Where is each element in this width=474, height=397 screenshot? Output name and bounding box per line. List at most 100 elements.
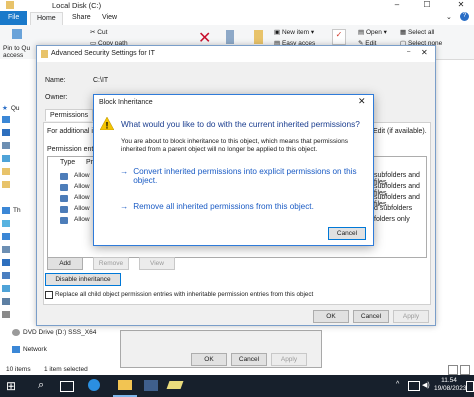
owner-label: Owner: bbox=[45, 94, 68, 101]
desktop-icon bbox=[2, 233, 10, 240]
new-item-button[interactable]: ▣ New item ▾ bbox=[274, 28, 314, 36]
block-inheritance-dialog: Block Inheritance ✕ ! What would you lik… bbox=[93, 94, 374, 246]
nav-item[interactable] bbox=[2, 181, 10, 188]
details-view-icon[interactable] bbox=[448, 365, 458, 375]
network-icon bbox=[12, 346, 20, 353]
nav-item[interactable] bbox=[2, 220, 10, 227]
row-applies-to: folders only bbox=[374, 216, 410, 223]
nav-item[interactable] bbox=[2, 142, 10, 149]
help-icon[interactable]: ? bbox=[460, 12, 469, 21]
nav-item-network[interactable]: Network bbox=[12, 346, 47, 353]
nav-item[interactable] bbox=[2, 155, 10, 162]
convert-inherited-option[interactable]: → Convert inherited permissions into exp… bbox=[120, 167, 360, 185]
nav-item[interactable] bbox=[2, 246, 10, 253]
remove-option-label: Remove all inherited permissions from th… bbox=[133, 202, 314, 211]
properties-icon[interactable]: ✓ bbox=[332, 29, 346, 45]
nav-item-quick-access[interactable]: ★ Qu bbox=[2, 104, 20, 113]
this-pc-icon bbox=[2, 207, 10, 214]
close-icon[interactable]: ✕ bbox=[421, 48, 428, 57]
close-icon[interactable]: ✕ bbox=[358, 96, 366, 107]
new-item-label: New item bbox=[281, 29, 310, 36]
clock-time: 11.54 bbox=[441, 377, 457, 384]
arrow-right-icon: → bbox=[120, 167, 129, 176]
volume-icon[interactable]: ◀) bbox=[422, 381, 430, 389]
name-label: Name: bbox=[45, 77, 66, 84]
app-icon[interactable] bbox=[166, 381, 184, 389]
properties-ok-button[interactable]: OK bbox=[191, 353, 227, 366]
row-applies-to: d subfolders bbox=[374, 205, 413, 212]
ok-button[interactable]: OK bbox=[313, 310, 349, 323]
nav-item[interactable] bbox=[2, 272, 10, 279]
nav-label: Qu bbox=[10, 104, 20, 112]
notifications-icon[interactable] bbox=[466, 381, 474, 392]
convert-option-label: Convert inherited permissions into expli… bbox=[133, 167, 357, 185]
info-suffix: Edit (if available). bbox=[373, 128, 427, 135]
replace-checkbox[interactable] bbox=[45, 291, 53, 299]
close-icon[interactable]: ✕ bbox=[450, 0, 472, 11]
nav-item-dvd-drive[interactable]: DVD Drive (D:) SSS_X64 bbox=[12, 329, 96, 336]
nav-item[interactable] bbox=[2, 129, 10, 136]
select-all-button[interactable]: ▦ Select all bbox=[400, 28, 434, 36]
description-text: You are about to block inheritance to th… bbox=[121, 138, 349, 153]
tab-view[interactable]: View bbox=[96, 12, 123, 24]
folder-icon bbox=[2, 168, 10, 175]
window-title: Local Disk (C:) bbox=[52, 1, 102, 10]
svg-text:!: ! bbox=[106, 121, 109, 131]
remove-button[interactable]: Remove bbox=[93, 257, 129, 270]
column-type-header[interactable]: Type bbox=[60, 159, 75, 166]
documents-icon bbox=[2, 246, 10, 253]
nav-item[interactable] bbox=[2, 259, 10, 266]
network-tray-icon[interactable] bbox=[408, 381, 420, 391]
dvd-icon bbox=[12, 329, 20, 336]
windows-start-icon[interactable]: ⊞ bbox=[6, 380, 16, 392]
tab-home[interactable]: Home bbox=[30, 12, 63, 25]
documents-icon bbox=[2, 142, 10, 149]
pictures-icon bbox=[2, 285, 10, 292]
folder-icon bbox=[2, 181, 10, 188]
disable-inheritance-button[interactable]: Disable inheritance bbox=[45, 273, 121, 286]
minimize-icon[interactable]: – bbox=[407, 49, 410, 55]
tab-file[interactable]: File bbox=[0, 11, 28, 25]
cancel-button[interactable]: Cancel bbox=[353, 310, 389, 323]
tab-share[interactable]: Share bbox=[66, 12, 97, 24]
nav-item[interactable] bbox=[2, 116, 10, 123]
maximize-icon[interactable]: ☐ bbox=[416, 0, 438, 11]
pin-icon[interactable] bbox=[12, 29, 22, 39]
file-explorer-icon[interactable] bbox=[118, 380, 132, 390]
pin-to-quick-access-button[interactable]: Pin to Qu access bbox=[3, 45, 37, 59]
clock[interactable]: 11.54 19/08/2023 bbox=[434, 377, 467, 393]
large-icons-view-icon[interactable] bbox=[460, 365, 470, 375]
block-cancel-button[interactable]: Cancel bbox=[328, 227, 366, 240]
nav-item[interactable] bbox=[2, 311, 10, 318]
nav-label: DVD Drive (D:) SSS_X64 bbox=[23, 329, 97, 336]
add-button[interactable]: Add bbox=[47, 257, 83, 270]
server-manager-icon[interactable] bbox=[144, 380, 158, 391]
tray-chevron-icon[interactable]: ^ bbox=[396, 381, 399, 388]
open-button[interactable]: ▤ Open ▾ bbox=[358, 28, 387, 36]
nav-label: Network bbox=[23, 346, 47, 353]
apply-button[interactable]: Apply bbox=[393, 310, 429, 323]
nav-item[interactable] bbox=[2, 298, 10, 305]
nav-item[interactable] bbox=[2, 168, 10, 175]
minimize-icon[interactable]: – bbox=[386, 0, 408, 11]
view-button[interactable]: View bbox=[139, 257, 175, 270]
rename-icon[interactable] bbox=[226, 30, 234, 44]
tab-permissions[interactable]: Permissions bbox=[45, 109, 94, 121]
chevron-down-icon[interactable]: ⌄ bbox=[446, 13, 452, 21]
info-text: For additional inf bbox=[47, 128, 99, 135]
new-folder-icon[interactable] bbox=[254, 30, 263, 44]
nav-item[interactable] bbox=[2, 285, 10, 292]
nav-item[interactable] bbox=[2, 233, 10, 240]
task-view-icon[interactable] bbox=[60, 381, 74, 392]
search-icon[interactable]: ⌕ bbox=[38, 379, 44, 392]
properties-cancel-button[interactable]: Cancel bbox=[231, 353, 267, 366]
cut-button[interactable]: ✂ Cut bbox=[90, 28, 107, 36]
desktop-icon bbox=[2, 116, 10, 123]
properties-apply-button[interactable]: Apply bbox=[271, 353, 307, 366]
edge-icon[interactable] bbox=[88, 379, 100, 391]
remove-inherited-option[interactable]: → Remove all inherited permissions from … bbox=[120, 202, 314, 211]
nav-item-this-pc[interactable]: Th bbox=[2, 207, 21, 214]
taskbar: ⊞ ⌕ ^ ◀) 11.54 19/08/2023 bbox=[0, 375, 474, 397]
name-value: C:\IT bbox=[93, 77, 109, 84]
row-type: Allow bbox=[74, 172, 90, 179]
